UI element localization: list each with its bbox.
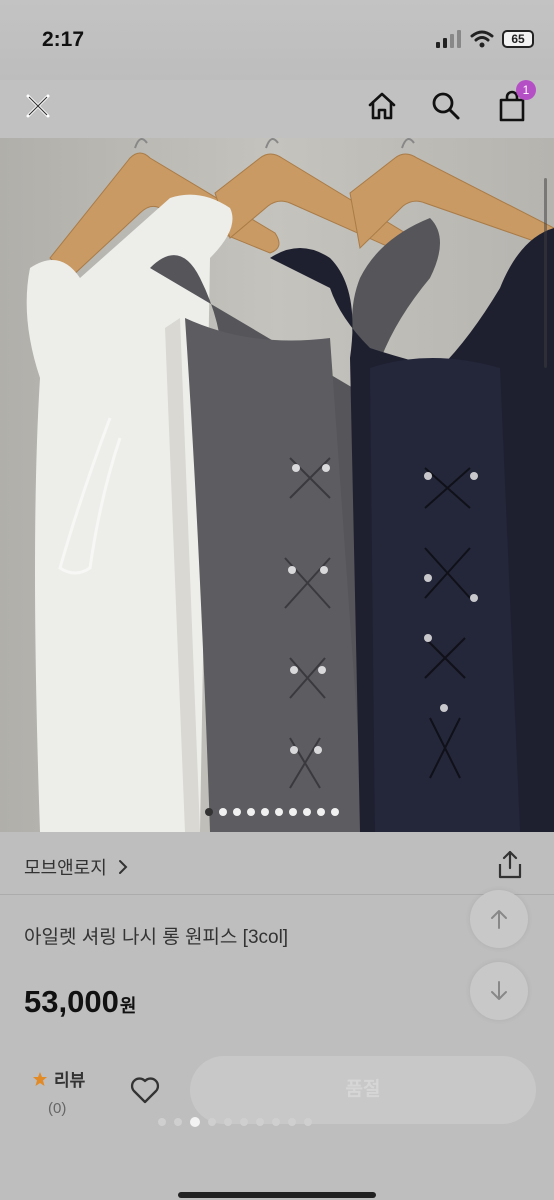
home-indicator[interactable] [178,1192,376,1198]
arrow-up-icon [491,910,507,929]
pagination-dot[interactable] [317,808,325,816]
scroll-down-button[interactable] [470,962,528,1020]
soldout-button[interactable]: 품절 [190,1056,536,1124]
product-price: 53,000 [24,984,119,1019]
search-icon [432,92,460,120]
status-icons: 65 [436,30,534,48]
scroll-indicator [544,178,547,368]
pagination-dot [256,1118,264,1126]
share-icon [498,850,522,879]
image-pagination[interactable] [205,808,339,816]
bottom-action-bar: 리뷰 (0) 품절 [0,1042,554,1200]
review-label: 리뷰 [54,1071,86,1090]
cart-badge: 1 [516,80,536,100]
product-info-sheet: 모브앤로지 아일렛 셔링 나시 롱 원피스 [3col] 53,000 원 리뷰… [0,832,554,1200]
pagination-dot [224,1118,232,1126]
status-time: 2:17 [42,28,85,51]
pagination-dot [190,1117,200,1127]
divider [0,894,554,895]
sheet-pagination [158,1117,312,1127]
product-photo [0,138,554,832]
pagination-dot [288,1118,296,1126]
close-button[interactable] [18,86,58,126]
pagination-dot [304,1118,312,1126]
review-count: (0) [48,1100,67,1117]
pagination-dot[interactable] [219,808,227,816]
star-icon [33,1071,47,1086]
home-icon [368,92,396,120]
cart-button[interactable]: 1 [492,80,536,126]
scroll-up-button[interactable] [470,890,528,948]
pagination-dot[interactable] [331,808,339,816]
search-button[interactable] [426,86,466,126]
wishlist-button[interactable] [130,1076,160,1104]
price-row: 53,000 원 [24,984,136,1020]
pagination-dot[interactable] [233,808,241,816]
signal-icon [436,30,461,48]
wifi-icon [470,30,494,48]
home-button[interactable] [362,86,402,126]
pagination-dot[interactable] [247,808,255,816]
share-button[interactable] [496,850,524,880]
pagination-dot [272,1118,280,1126]
product-title: 아일렛 셔링 나시 롱 원피스 [3col] [24,927,289,948]
heart-icon [130,1077,160,1104]
arrow-down-icon [491,981,507,1000]
pagination-dot [174,1118,182,1126]
review-button[interactable]: 리뷰 (0) [32,1066,86,1117]
pagination-dot [158,1118,166,1126]
battery-icon: 65 [502,30,534,48]
pagination-dot[interactable] [275,808,283,816]
pagination-dot [240,1118,248,1126]
close-icon [26,94,50,118]
status-bar: 2:17 65 [0,0,554,80]
brand-name: 모브앤로지 [24,858,107,878]
pagination-dot[interactable] [303,808,311,816]
chevron-right-icon [118,860,128,874]
pagination-dot[interactable] [289,808,297,816]
pagination-dot[interactable] [205,808,213,816]
top-nav: 1 [0,80,554,138]
brand-link[interactable]: 모브앤로지 [24,854,129,880]
pagination-dot[interactable] [261,808,269,816]
pagination-dot [208,1118,216,1126]
price-currency: 원 [119,996,137,1016]
product-image-carousel[interactable] [0,138,554,832]
